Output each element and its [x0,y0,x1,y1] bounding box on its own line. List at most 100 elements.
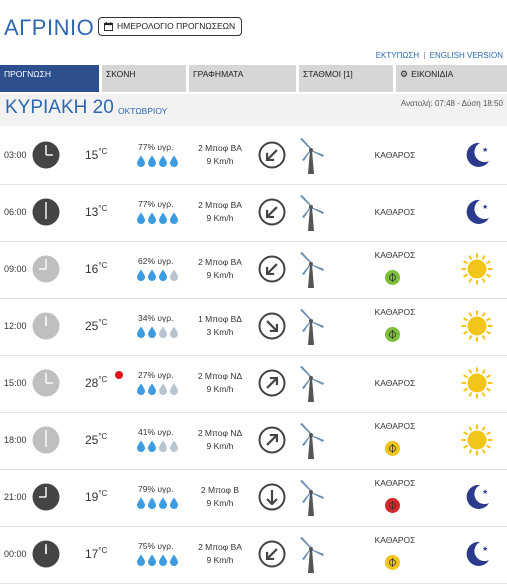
humidity-drop-icon [148,269,156,281]
tab-stations[interactable]: ΣΤΑΘΜΟΙ [1] [299,65,393,92]
humidity-drop-icon [137,440,145,452]
row-wind: 1 Μποφ ΒΔ 3 Km/h [180,313,260,339]
tab-dust[interactable]: ΣΚΟΝΗ [102,65,186,92]
row-time: 21:00 [4,492,27,502]
clock-icon [32,255,60,283]
row-time: 12:00 [4,321,27,331]
page-header: ΑΓΡΙΝΙΟ ΗΜΕΡΟΛΟΓΙΟ ΠΡΟΓΝΩΣΕΩΝ ΕΚΤΥΠΩΣΗ |… [0,0,507,60]
row-time: 00:00 [4,549,27,559]
clock-icon [32,426,60,454]
temperature-value: 19 [85,490,99,504]
forecast-row: 21:00 19°C 79% υγρ. 2 Μποφ Β 9 Km/h ΚΑΘΑ… [0,470,507,527]
row-condition: ΚΑΘΑΡΟΣ [374,150,416,160]
row-wind: 2 Μποφ ΝΔ 9 Km/h [180,370,260,396]
wind-turbine-icon [296,536,326,574]
wind-direction-arrow-icon [258,141,286,169]
row-temperature: 15°C [85,147,107,162]
air-quality-icon[interactable] [385,327,400,342]
row-wind: 2 Μποφ ΒΑ 9 Km/h [180,199,260,225]
sun-weather-icon [460,423,494,457]
wind-speed: 9 Km/h [206,384,234,394]
wind-turbine-icon [296,137,326,175]
day-month: ΟΚΤΩΒΡΙΟΥ [118,106,168,116]
tab-charts[interactable]: ΓΡΑΦΗΜΑΤΑ [189,65,296,92]
humidity-drop-icon [148,440,156,452]
clock-icon [32,198,60,226]
wind-direction-arrow-icon [258,540,286,568]
temperature-unit: °C [98,147,108,156]
humidity-drop-icon [137,497,145,509]
clock-icon [32,141,60,169]
tab-icons-label: ΕΙΚΟΝΙΔΙΑ [411,69,454,79]
humidity-drops [136,440,180,452]
tab-bar: ΠΡΟΓΝΩΣΗ ΣΚΟΝΗ ΓΡΑΦΗΜΑΤΑ ΣΤΑΘΜΟΙ [1] ⚙ ΕΙ… [0,65,507,92]
wind-turbine-icon [296,308,326,346]
tab-icons[interactable]: ⚙ ΕΙΚΟΝΙΔΙΑ [396,65,507,92]
row-wind: 2 Μποφ Β 9 Km/h [180,484,260,510]
clock-icon [32,540,60,568]
temperature-unit: °C [98,546,108,555]
air-quality-icon[interactable] [385,270,400,285]
wind-speed: 3 Km/h [206,327,234,337]
calendar-icon [104,22,113,31]
humidity-drop-icon [170,269,178,281]
air-quality-icon[interactable] [385,555,400,570]
wind-direction-arrow-icon [258,312,286,340]
moon-weather-icon: ★ [460,537,494,571]
gear-icon: ⚙ [400,69,409,79]
temperature-unit: °C [98,204,108,213]
humidity-drop-icon [170,497,178,509]
print-link[interactable]: ΕΚΤΥΠΩΣΗ [376,51,419,60]
humidity-drops [136,383,180,395]
temperature-unit: °C [98,432,108,441]
wind-beaufort: 2 Μποφ ΝΔ [197,428,243,438]
wind-turbine-icon [296,479,326,517]
row-condition: ΚΑΘΑΡΟΣ [374,378,416,388]
row-condition: ΚΑΘΑΡΟΣ [374,421,416,431]
wind-beaufort: 2 Μποφ ΒΑ [198,542,242,552]
sun-weather-icon [460,366,494,400]
clock-icon [32,483,60,511]
row-time: 03:00 [4,150,27,160]
humidity-drops [136,554,180,566]
humidity-drop-icon [170,155,178,167]
temperature-unit: °C [98,375,108,384]
tab-stations-label: ΣΤΑΘΜΟΙ [1] [303,69,353,79]
humidity-drop-icon [148,212,156,224]
row-wind: 2 Μποφ ΒΑ 9 Km/h [180,142,260,168]
humidity-drop-icon [159,212,167,224]
temperature-value: 17 [85,547,99,561]
temperature-value: 16 [85,262,99,276]
row-temperature: 19°C [85,489,107,504]
forecast-row: 00:00 17°C 75% υγρ. 2 Μποφ ΒΑ 9 Km/h ΚΑΘ… [0,527,507,584]
air-quality-icon[interactable] [385,441,400,456]
svg-text:★: ★ [482,146,488,154]
tab-charts-label: ΓΡΑΦΗΜΑΤΑ [193,69,244,79]
temperature-value: 25 [85,319,99,333]
tab-forecast[interactable]: ΠΡΟΓΝΩΣΗ [0,65,99,92]
humidity-drop-icon [148,155,156,167]
humidity-drop-icon [159,155,167,167]
sunrise-sunset: Ανατολή: 07:48 - Δύση 18:50 [400,99,503,108]
tab-dust-label: ΣΚΟΝΗ [106,69,136,79]
row-time: 09:00 [4,264,27,274]
humidity-drops [136,326,180,338]
humidity-drop-icon [170,326,178,338]
city-title: ΑΓΡΙΝΙΟ [4,15,95,40]
svg-text:★: ★ [482,488,488,496]
humidity-drop-icon [137,554,145,566]
air-quality-icon[interactable] [385,498,400,513]
sun-weather-icon [460,309,494,343]
wind-speed: 9 Km/h [206,498,234,508]
clock-icon [32,369,60,397]
row-humidity: 79% υγρ. [138,484,174,494]
humidity-drop-icon [137,326,145,338]
row-condition: ΚΑΘΑΡΟΣ [374,535,416,545]
humidity-drop-icon [137,155,145,167]
max-temperature-dot [115,371,123,379]
sun-weather-icon [460,252,494,286]
english-version-link[interactable]: ENGLISH VERSION [430,51,503,60]
humidity-drop-icon [159,326,167,338]
temperature-value: 25 [85,433,99,447]
forecast-calendar-button[interactable]: ΗΜΕΡΟΛΟΓΙΟ ΠΡΟΓΝΩΣΕΩΝ [98,17,243,36]
